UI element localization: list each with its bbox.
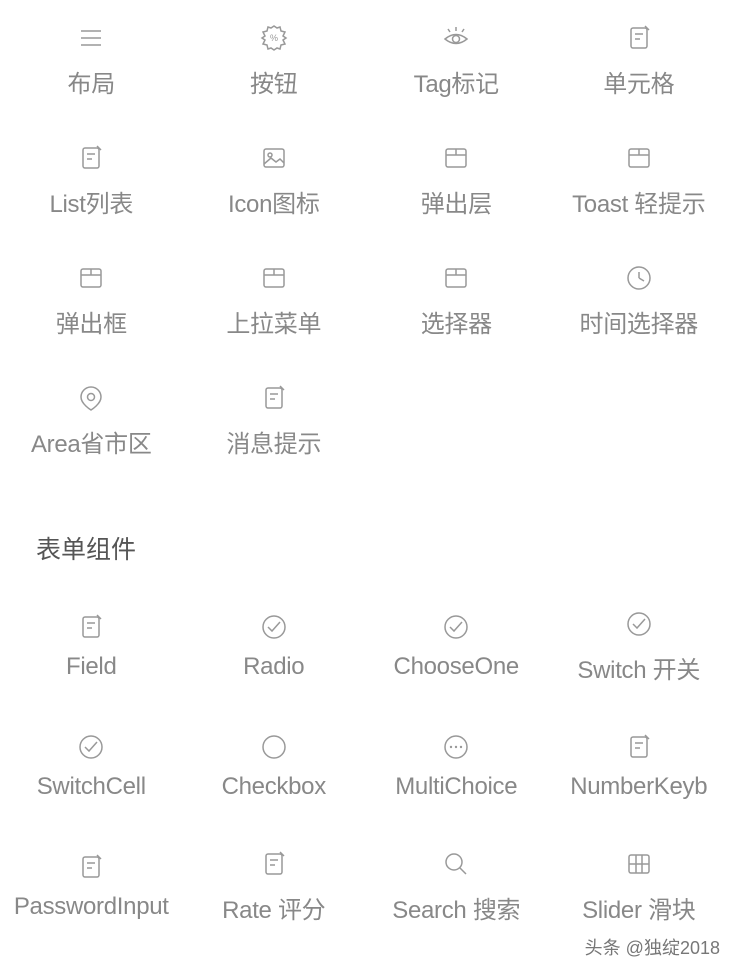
component-item[interactable]: Tag标记 — [365, 0, 548, 120]
component-item-label: 消息提示 — [226, 424, 321, 459]
component-item[interactable]: List列表 — [0, 120, 183, 240]
box-icon — [75, 262, 107, 294]
check-circle-icon — [440, 611, 472, 643]
component-item[interactable]: MultiChoice — [365, 706, 548, 826]
menu-icon — [75, 22, 107, 54]
component-item-label: 时间选择器 — [580, 304, 699, 339]
component-item[interactable]: 时间选择器 — [548, 240, 730, 360]
component-item-label: MultiChoice — [395, 773, 517, 801]
component-item-label: Checkbox — [222, 773, 326, 801]
component-item[interactable]: 单元格 — [548, 0, 730, 120]
component-item-label: Icon图标 — [228, 184, 320, 219]
component-item[interactable]: 选择器 — [365, 240, 548, 360]
component-item-label: NumberKeyb — [570, 773, 707, 801]
note-icon — [75, 611, 107, 643]
component-item[interactable]: 布局 — [0, 0, 183, 120]
box-icon — [440, 262, 472, 294]
component-item-label: PasswordInput — [14, 893, 169, 921]
box-icon — [440, 142, 472, 174]
box-icon — [623, 142, 655, 174]
note-icon — [258, 848, 290, 880]
image-icon — [258, 142, 290, 174]
component-grid-1: 布局 按钮 Tag标记 单元格 List列表 Icon图标 弹出层 Toast 轻提示弹出框 上… — [0, 0, 730, 480]
component-item-label: Tag标记 — [414, 64, 499, 99]
badge-icon — [258, 22, 290, 54]
component-item-label: Slider 滑块 — [582, 890, 695, 925]
clock-icon — [623, 262, 655, 294]
component-item-label: SwitchCell — [37, 773, 146, 801]
component-item-label: 弹出层 — [421, 184, 492, 219]
component-item-label: 上拉菜单 — [226, 304, 321, 339]
component-item[interactable]: PasswordInput — [0, 826, 183, 946]
component-item[interactable]: NumberKeyb — [548, 706, 730, 826]
component-item[interactable]: ChooseOne — [365, 586, 548, 706]
component-item-label: List列表 — [49, 184, 133, 219]
component-item-label: Switch 开关 — [577, 650, 700, 685]
location-icon — [75, 382, 107, 414]
component-item-label: 选择器 — [421, 304, 492, 339]
check-circle-icon — [75, 731, 107, 763]
box-icon — [258, 262, 290, 294]
component-item-label: Rate 评分 — [222, 890, 325, 925]
component-item[interactable]: Switch 开关 — [548, 586, 730, 706]
note-icon — [258, 382, 290, 414]
check-circle-icon — [258, 611, 290, 643]
component-item-label: Area省市区 — [31, 424, 152, 459]
component-item-label: Radio — [243, 653, 304, 681]
eye-icon — [440, 22, 472, 54]
component-item[interactable]: 按钮 — [183, 0, 366, 120]
component-item-label: Field — [66, 653, 117, 681]
check-circle-icon — [623, 608, 655, 640]
note-icon — [75, 851, 107, 883]
component-item-label: 按钮 — [250, 64, 297, 99]
watermark-text: 头条 @独绽2018 — [585, 934, 720, 960]
component-item[interactable]: Toast 轻提示 — [548, 120, 730, 240]
section-title-forms: 表单组件 — [0, 480, 730, 586]
component-item[interactable]: Area省市区 — [0, 360, 183, 480]
note-icon — [75, 142, 107, 174]
component-item-label: ChooseOne — [394, 653, 519, 681]
component-item[interactable]: Slider 滑块 — [548, 826, 730, 946]
component-item[interactable]: 弹出框 — [0, 240, 183, 360]
more-circle-icon — [440, 731, 472, 763]
component-item[interactable]: Icon图标 — [183, 120, 366, 240]
component-item[interactable]: 消息提示 — [183, 360, 366, 480]
component-item[interactable]: Search 搜索 — [365, 826, 548, 946]
component-item-label: 单元格 — [603, 64, 674, 99]
search-icon — [440, 848, 472, 880]
grid-icon — [623, 848, 655, 880]
component-item[interactable]: Radio — [183, 586, 366, 706]
component-item-label: 布局 — [68, 64, 115, 99]
component-item[interactable]: Rate 评分 — [183, 826, 366, 946]
component-item[interactable]: 上拉菜单 — [183, 240, 366, 360]
component-item[interactable]: 弹出层 — [365, 120, 548, 240]
component-item[interactable]: Checkbox — [183, 706, 366, 826]
circle-icon — [258, 731, 290, 763]
component-item-label: Search 搜索 — [392, 890, 520, 925]
component-item-label: 弹出框 — [56, 304, 127, 339]
component-item-label: Toast 轻提示 — [572, 184, 705, 219]
component-grid-2: Field Radio ChooseOne Switch 开关 SwitchCell Ch… — [0, 586, 730, 946]
note-icon — [623, 22, 655, 54]
component-item[interactable]: Field — [0, 586, 183, 706]
note-icon — [623, 731, 655, 763]
component-item[interactable]: SwitchCell — [0, 706, 183, 826]
